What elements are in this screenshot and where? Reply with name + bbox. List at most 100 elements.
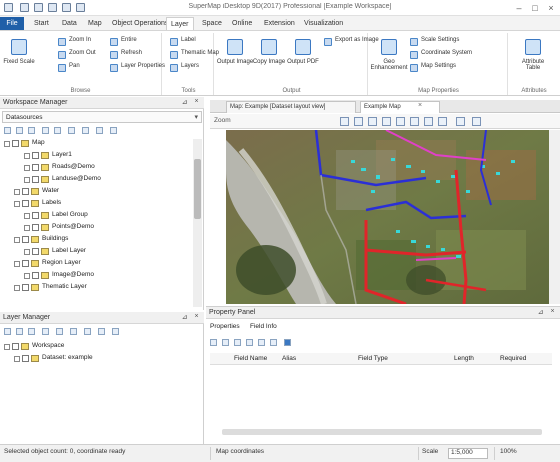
remove-layer-icon[interactable]: [16, 328, 23, 335]
tab-close-icon[interactable]: ×: [418, 102, 422, 109]
visibility-checkbox[interactable]: [32, 248, 39, 255]
visible-icon[interactable]: [56, 328, 63, 335]
snap-icon[interactable]: [98, 328, 105, 335]
visibility-checkbox[interactable]: [32, 224, 39, 231]
expand-toggle-icon[interactable]: [14, 237, 20, 243]
panel-close-icon[interactable]: ×: [192, 98, 201, 108]
table-hscrollbar[interactable]: [222, 429, 542, 435]
visibility-checkbox[interactable]: [22, 260, 29, 267]
add-layer-icon[interactable]: [4, 328, 11, 335]
sort-icon[interactable]: [270, 339, 277, 346]
open-icon[interactable]: [34, 3, 43, 12]
visibility-checkbox[interactable]: [22, 236, 29, 243]
undo-icon[interactable]: [62, 3, 71, 12]
add-field-icon[interactable]: [210, 339, 217, 346]
close-button[interactable]: ×: [544, 2, 558, 14]
tab-data[interactable]: Data: [58, 17, 81, 30]
visibility-checkbox[interactable]: [12, 140, 19, 147]
expand-toggle-icon[interactable]: [14, 285, 20, 291]
expand-toggle-icon[interactable]: [14, 201, 20, 207]
move-down-icon[interactable]: [42, 328, 49, 335]
pan-tool-icon[interactable]: [354, 117, 363, 126]
print-icon[interactable]: [472, 117, 481, 126]
col-alias[interactable]: Alias: [282, 355, 296, 362]
visibility-checkbox[interactable]: [32, 212, 39, 219]
map-canvas[interactable]: [226, 130, 549, 304]
expand-toggle-icon[interactable]: [24, 225, 30, 231]
visibility-checkbox[interactable]: [32, 272, 39, 279]
minimize-button[interactable]: –: [512, 2, 526, 14]
edit-icon[interactable]: [84, 328, 91, 335]
info-icon[interactable]: [284, 339, 291, 346]
style-icon[interactable]: [112, 328, 119, 335]
visibility-checkbox[interactable]: [22, 355, 29, 362]
down-icon[interactable]: [54, 127, 61, 134]
zoom-percentage[interactable]: 100%: [500, 448, 517, 455]
new-folder-icon[interactable]: [4, 127, 11, 134]
expand-toggle-icon[interactable]: [14, 189, 20, 195]
col-required[interactable]: Required: [500, 355, 526, 362]
redo-icon[interactable]: [76, 3, 85, 12]
visibility-checkbox[interactable]: [22, 284, 29, 291]
layer-switch-icon[interactable]: [438, 117, 447, 126]
visibility-checkbox[interactable]: [22, 200, 29, 207]
visibility-checkbox[interactable]: [12, 343, 19, 350]
tab-map[interactable]: Map: [84, 17, 106, 30]
delete-field-icon[interactable]: [222, 339, 229, 346]
visibility-checkbox[interactable]: [22, 188, 29, 195]
visibility-checkbox[interactable]: [32, 176, 39, 183]
expand-toggle-icon[interactable]: [24, 177, 30, 183]
col-length[interactable]: Length: [454, 355, 474, 362]
tab-file[interactable]: File: [0, 17, 24, 30]
tab-online[interactable]: Online: [228, 17, 256, 30]
expand-toggle-icon[interactable]: [14, 261, 20, 267]
copy-image-button[interactable]: Copy Image: [253, 35, 285, 79]
panel-close-icon[interactable]: ×: [548, 308, 557, 318]
pin-icon[interactable]: ⊿: [536, 308, 545, 318]
help-icon[interactable]: [110, 127, 117, 134]
expand-toggle-icon[interactable]: [24, 153, 30, 159]
expand-toggle-icon[interactable]: [14, 356, 20, 362]
geo-enhancement-button[interactable]: Geo Enhancement: [370, 35, 408, 79]
select-icon[interactable]: [70, 328, 77, 335]
datasource-dropdown[interactable]: Datasources ▾: [2, 111, 202, 123]
up-icon[interactable]: [42, 127, 49, 134]
output-image-button[interactable]: Output Image: [217, 35, 253, 79]
delete-icon[interactable]: [16, 127, 23, 134]
visibility-checkbox[interactable]: [32, 152, 39, 159]
new-icon[interactable]: [20, 3, 29, 12]
tab-layer[interactable]: Layer: [166, 17, 194, 30]
panel-close-icon[interactable]: ×: [192, 313, 201, 323]
map-settings-icon[interactable]: [456, 117, 465, 126]
copy-icon[interactable]: [28, 127, 35, 134]
pin-icon[interactable]: ⊿: [180, 313, 189, 323]
fixed-scale-button[interactable]: Fixed Scale: [3, 35, 35, 79]
select-tool-icon[interactable]: [340, 117, 349, 126]
zoom-out-tool-icon[interactable]: [382, 117, 391, 126]
col-field-type[interactable]: Field Type: [358, 355, 388, 362]
zoom-in-tool-icon[interactable]: [368, 117, 377, 126]
pin-icon[interactable]: ⊿: [180, 98, 189, 108]
expand-toggle-icon[interactable]: [24, 213, 30, 219]
tab-space[interactable]: Space: [198, 17, 226, 30]
measure-icon[interactable]: [396, 117, 405, 126]
tab-object-operations[interactable]: Object Operations: [108, 17, 172, 30]
tab-example-map[interactable]: Example Map: [360, 101, 440, 113]
tab-visualization[interactable]: Visualization: [300, 17, 347, 30]
tab-extension[interactable]: Extension: [260, 17, 299, 30]
expand-toggle-icon[interactable]: [4, 344, 10, 350]
tab-layout-view[interactable]: Map: Example [Dataset layout view]: [226, 101, 356, 113]
output-pdf-button[interactable]: Output PDF: [287, 35, 319, 79]
expand-toggle-icon[interactable]: [24, 165, 30, 171]
save-icon[interactable]: [48, 3, 57, 12]
up-icon[interactable]: [246, 339, 253, 346]
tab-field-info[interactable]: Field Info: [250, 323, 310, 333]
filter-icon[interactable]: [82, 127, 89, 134]
settings-icon[interactable]: [96, 127, 103, 134]
attribute-table-button[interactable]: Attribute Table: [518, 35, 548, 79]
scale-input[interactable]: 1:5,000: [448, 448, 488, 459]
refresh-icon[interactable]: [68, 127, 75, 134]
tab-start[interactable]: Start: [30, 17, 53, 30]
identify-icon[interactable]: [410, 117, 419, 126]
maximize-button[interactable]: □: [528, 2, 542, 14]
